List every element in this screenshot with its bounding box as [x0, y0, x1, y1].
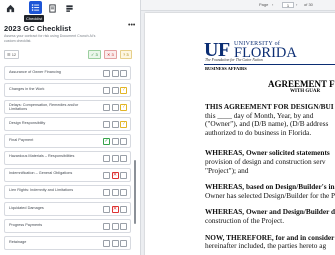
checklist-item-label: Assurance of Owner Financing	[9, 70, 61, 74]
status-checkboxes: ?	[103, 104, 127, 111]
review-checkbox[interactable]	[120, 240, 127, 247]
pass-checkbox[interactable]	[103, 206, 110, 213]
page-count: of 30	[304, 2, 313, 7]
fail-checkbox[interactable]	[111, 138, 119, 145]
status-checkboxes	[103, 155, 127, 162]
pass-checkbox[interactable]	[103, 104, 110, 111]
checklist-item-label: Retainage	[9, 240, 27, 244]
pass-count-badge[interactable]: ✓ 3	[88, 50, 101, 59]
pass-checkbox[interactable]	[103, 223, 110, 230]
toolbar: Checklist	[0, 0, 140, 22]
checklist-item-label: Final Payment	[9, 138, 34, 142]
layers-icon[interactable]	[63, 2, 75, 14]
checklist-item[interactable]: Assurance of Owner Financing	[4, 66, 131, 80]
checklist-panel: Checklist 2023 GC Checklist ••• Assess y…	[0, 0, 140, 255]
status-checkboxes	[103, 70, 127, 77]
pass-checkbox[interactable]	[103, 70, 110, 77]
description-line: custom checklist.	[4, 38, 32, 43]
checklist-item[interactable]: Indemnification – General Obligations ✕	[4, 168, 131, 182]
checklist-item-label: Hazardous Materials – Responsibilities	[9, 153, 75, 158]
checklist-icon[interactable]	[29, 1, 42, 14]
checklist-item-label: Progress Payments	[9, 223, 43, 227]
review-count-badge[interactable]: ? 3	[120, 50, 132, 59]
viewer-toolbar: Page ‹ 1 › of 30	[141, 0, 335, 11]
review-checkbox[interactable]	[120, 70, 127, 77]
fail-count-badge[interactable]: ✕ 3	[104, 50, 117, 59]
fail-checkbox[interactable]	[111, 223, 119, 230]
status-checkboxes: ✕	[103, 206, 127, 213]
page-label: Page	[259, 2, 269, 7]
checklist-item-label: Design Responsibility	[9, 121, 46, 125]
review-checkbox[interactable]: ?	[120, 87, 127, 94]
fail-checkbox[interactable]	[111, 104, 119, 111]
checklist-item[interactable]: Design Responsibility?	[4, 117, 131, 131]
checklist-item[interactable]: Liquidated Damages ✕	[4, 202, 131, 216]
review-checkbox[interactable]	[120, 138, 127, 145]
fail-checkbox[interactable]	[111, 155, 119, 162]
review-checkbox[interactable]	[120, 155, 127, 162]
document-icon[interactable]	[46, 2, 58, 14]
checklist-tooltip: Checklist	[24, 15, 45, 22]
checklist-item[interactable]: Hazardous Materials – Responsibilities	[4, 151, 131, 165]
checklist-item[interactable]: Retainage	[4, 236, 131, 250]
fail-checkbox[interactable]: ✕	[111, 172, 119, 179]
pass-checkbox[interactable]	[103, 240, 110, 247]
status-checkboxes	[103, 223, 127, 230]
home-icon[interactable]	[4, 2, 16, 14]
review-checkbox[interactable]	[120, 223, 127, 230]
status-checkboxes	[103, 189, 127, 196]
status-checkboxes: ✕	[103, 172, 127, 179]
status-checkboxes: ?	[103, 121, 127, 128]
pass-checkbox[interactable]	[103, 189, 110, 196]
chevron-right-icon[interactable]: ›	[296, 2, 297, 7]
checklist-item-label: Indemnification – General Obligations	[9, 170, 73, 175]
checklist-title: 2023 GC Checklist	[4, 24, 72, 33]
fail-checkbox[interactable]	[111, 70, 119, 77]
checklist-item[interactable]: Delays: Compensation, Remedies and/or Li…	[4, 100, 131, 114]
fail-checkbox[interactable]: ✕	[111, 206, 119, 213]
pass-checkbox[interactable]	[103, 172, 110, 179]
fail-checkbox[interactable]	[111, 189, 119, 196]
page-number-input[interactable]: 1	[282, 1, 294, 8]
pass-checkbox[interactable]: ✓	[103, 138, 110, 145]
checklist-item[interactable]: Final Payment ✓	[4, 134, 131, 148]
fail-checkbox[interactable]	[111, 87, 119, 94]
pass-checkbox[interactable]	[103, 121, 110, 128]
checklist-item-label: Delays: Compensation, Remedies and/or Li…	[9, 102, 79, 111]
checklist-item-label: Changes in the Work	[9, 87, 45, 91]
document-page	[145, 13, 335, 255]
checklist-item-label: Liquidated Damages	[9, 206, 44, 210]
fail-checkbox[interactable]	[111, 240, 119, 247]
status-counts: ☰ 12 ✓ 3 ✕ 3 ? 3	[4, 50, 135, 59]
document-viewer: Page ‹ 1 › of 30	[141, 0, 335, 255]
review-checkbox[interactable]: ?	[120, 121, 127, 128]
checklist-item[interactable]: Progress Payments	[4, 219, 131, 233]
fail-checkbox[interactable]	[111, 121, 119, 128]
checklist-item-label: Lien Rights: Indemnity and Limitations	[9, 187, 74, 192]
chevron-left-icon[interactable]: ‹	[272, 2, 273, 7]
review-checkbox[interactable]	[120, 206, 127, 213]
total-count-badge[interactable]: ☰ 12	[4, 50, 20, 59]
pass-checkbox[interactable]	[103, 87, 110, 94]
status-checkboxes: ✓	[103, 138, 127, 145]
review-checkbox[interactable]	[120, 172, 127, 179]
review-checkbox[interactable]: ?	[120, 104, 127, 111]
status-checkboxes: ?	[103, 87, 127, 94]
checklist-description: Assess your contract for risk using Docu…	[4, 34, 129, 43]
more-options-icon[interactable]: •••	[128, 22, 135, 29]
checklist-item[interactable]: Changes in the Work?	[4, 83, 131, 97]
pass-checkbox[interactable]	[103, 155, 110, 162]
checklist-items: Assurance of Owner Financing Changes in t…	[4, 66, 131, 253]
checklist-item[interactable]: Lien Rights: Indemnity and Limitations	[4, 185, 131, 199]
scrollbar[interactable]	[134, 160, 136, 224]
review-checkbox[interactable]	[120, 189, 127, 196]
status-checkboxes	[103, 240, 127, 247]
